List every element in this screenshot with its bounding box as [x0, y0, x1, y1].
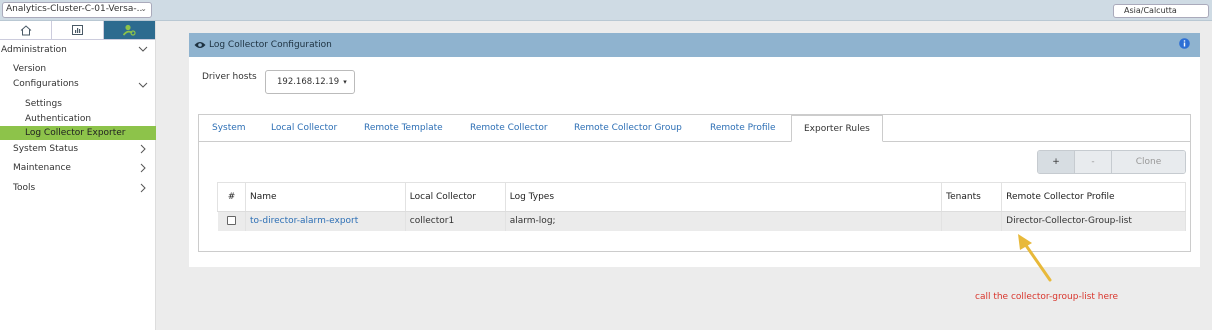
- sidebar-item-label: Configurations: [13, 79, 79, 89]
- info-icon[interactable]: [1179, 38, 1190, 49]
- table-row: to-director-alarm-export collector1 alar…: [217, 211, 1186, 231]
- chevron-right-icon: [140, 163, 146, 173]
- panel-title: Log Collector Configuration: [209, 40, 332, 50]
- chevron-right-icon: [140, 144, 146, 154]
- log-types-cell: alarm-log;: [505, 211, 943, 231]
- sidebar-item-label: Maintenance: [13, 163, 71, 173]
- cluster-select[interactable]: Analytics-Cluster-C-01-Versa-... ⌄: [2, 2, 152, 18]
- driver-hosts-value: 192.168.12.19: [277, 77, 340, 87]
- remote-collector-profile-cell: Director-Collector-Group-list: [1001, 211, 1186, 231]
- panel-header: Log Collector Configuration: [189, 33, 1200, 57]
- bar-chart-icon: [72, 25, 83, 35]
- top-bar: Analytics-Cluster-C-01-Versa-... ⌄ Asia/…: [0, 0, 1212, 21]
- column-header-index: #: [217, 182, 246, 212]
- tab-remote-profile[interactable]: Remote Profile: [710, 115, 776, 142]
- sidebar: Administration Version Configurations Se…: [0, 21, 156, 330]
- sidebar-tabs: [0, 21, 155, 40]
- annotation-arrow: [1018, 234, 1052, 282]
- delete-button[interactable]: -: [1075, 151, 1112, 173]
- sidebar-item-settings[interactable]: Settings: [0, 96, 156, 112]
- sidebar-item-administration[interactable]: Administration: [0, 42, 156, 58]
- sidebar-item-label: Tools: [13, 183, 36, 193]
- tab-exporter-rules[interactable]: Exporter Rules: [791, 115, 883, 142]
- chevron-down-icon: [138, 46, 148, 52]
- sidebar-item-label: Authentication: [25, 114, 92, 124]
- tab-bar: System Local Collector Remote Template R…: [199, 115, 1190, 142]
- column-header-remote-collector-profile[interactable]: Remote Collector Profile: [1001, 182, 1186, 212]
- tab-analytics[interactable]: [52, 21, 104, 39]
- driver-hosts-select[interactable]: 192.168.12.19 ▾: [265, 70, 355, 94]
- home-icon: [20, 24, 31, 35]
- add-button[interactable]: +: [1038, 151, 1075, 173]
- tab-local-collector[interactable]: Local Collector: [271, 115, 337, 142]
- rule-name-link[interactable]: to-director-alarm-export: [250, 216, 358, 226]
- sidebar-item-label: Log Collector Exporter: [25, 128, 126, 138]
- tab-remote-collector-group[interactable]: Remote Collector Group: [574, 115, 682, 142]
- eye-icon: [194, 42, 206, 48]
- exporter-rules-table: # Name Local Collector Log Types Tenants…: [217, 182, 1186, 231]
- sidebar-item-maintenance[interactable]: Maintenance: [0, 160, 156, 176]
- sidebar-item-tools[interactable]: Tools: [0, 180, 156, 196]
- tab-remote-collector[interactable]: Remote Collector: [470, 115, 548, 142]
- row-checkbox-cell: [217, 211, 246, 231]
- tab-home[interactable]: [0, 21, 52, 39]
- sidebar-item-configurations[interactable]: Configurations: [0, 76, 156, 92]
- clone-button[interactable]: Clone: [1112, 151, 1185, 173]
- chevron-right-icon: [140, 183, 146, 193]
- table-toolbar: + - Clone: [1037, 150, 1186, 174]
- rule-name-cell: to-director-alarm-export: [245, 211, 406, 231]
- column-header-log-types[interactable]: Log Types: [504, 182, 943, 212]
- sidebar-item-authentication[interactable]: Authentication: [0, 111, 156, 127]
- sidebar-item-label: Administration: [1, 45, 67, 55]
- column-header-local-collector[interactable]: Local Collector: [404, 182, 506, 212]
- sidebar-item-system-status[interactable]: System Status: [0, 141, 156, 157]
- annotation-note: call the collector-group-list here: [975, 292, 1119, 302]
- caret-down-icon: ▾: [343, 78, 347, 86]
- sidebar-item-label: Settings: [25, 99, 62, 109]
- table-header-row: # Name Local Collector Log Types Tenants…: [217, 182, 1186, 212]
- tab-administration[interactable]: [104, 21, 155, 39]
- tenants-cell: [941, 211, 1003, 231]
- tab-system[interactable]: System: [212, 115, 246, 142]
- local-collector-cell: collector1: [405, 211, 506, 231]
- sidebar-item-log-collector-exporter[interactable]: Log Collector Exporter: [0, 126, 156, 140]
- timezone-select[interactable]: Asia/Calcutta: [1113, 4, 1209, 18]
- user-settings-icon: [123, 24, 136, 36]
- chevron-down-icon: ⌄: [140, 4, 147, 13]
- column-header-tenants[interactable]: Tenants: [941, 182, 1003, 212]
- chevron-down-icon: [138, 82, 148, 88]
- driver-hosts-label: Driver hosts: [202, 72, 257, 82]
- timezone-value: Asia/Calcutta: [1124, 6, 1177, 15]
- sidebar-item-label: System Status: [13, 144, 79, 154]
- cluster-select-value: Analytics-Cluster-C-01-Versa-...: [6, 4, 146, 14]
- row-checkbox[interactable]: [226, 216, 236, 226]
- sidebar-item-version[interactable]: Version: [0, 61, 156, 77]
- tab-remote-template[interactable]: Remote Template: [364, 115, 443, 142]
- column-header-name[interactable]: Name: [244, 182, 406, 212]
- sidebar-item-label: Version: [13, 64, 47, 74]
